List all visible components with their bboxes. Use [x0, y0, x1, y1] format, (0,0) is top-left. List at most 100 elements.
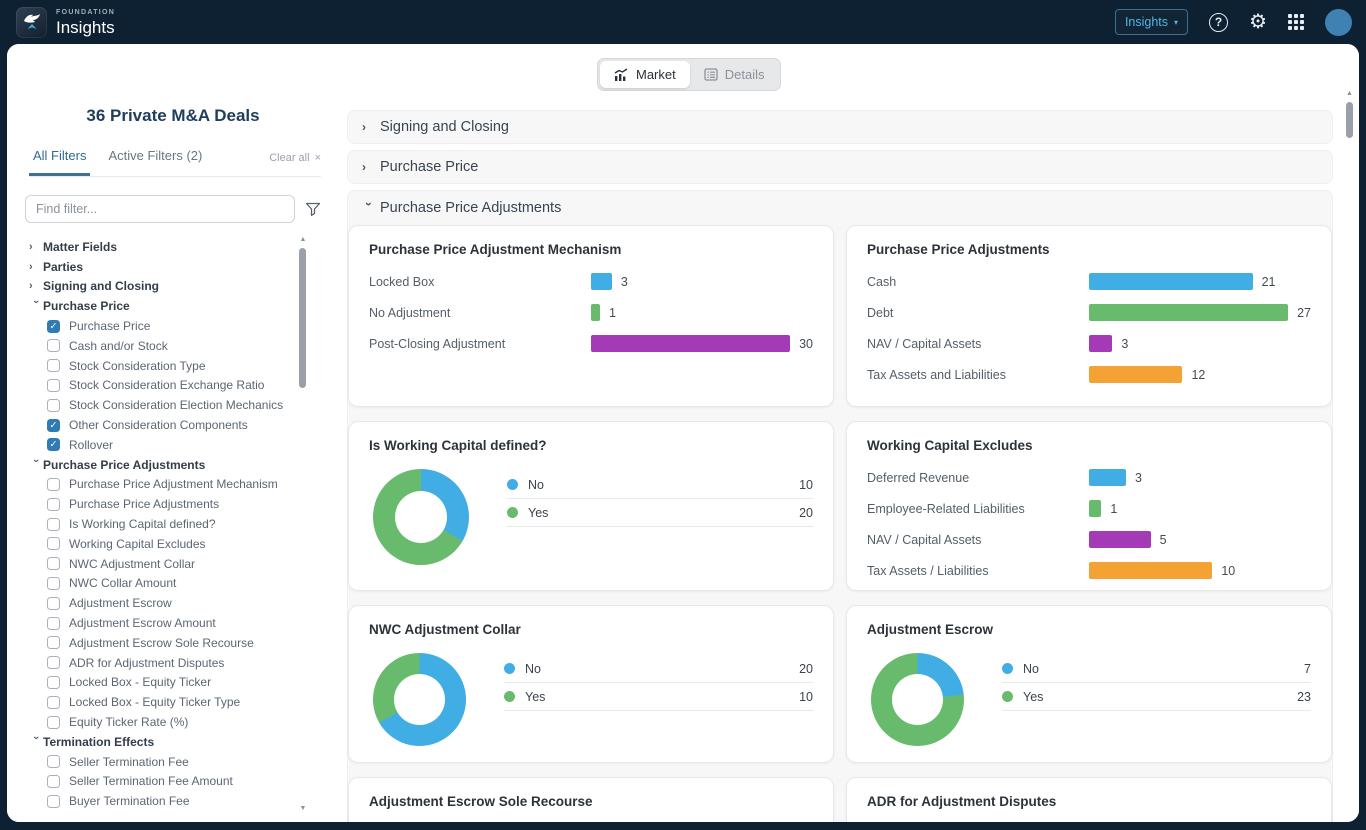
filter-checkbox[interactable]: [47, 755, 60, 769]
bar-segment[interactable]: [591, 335, 791, 352]
clear-all-button[interactable]: Clear all ×: [269, 152, 321, 176]
filter-checkbox[interactable]: [47, 596, 60, 610]
apps-grid-icon[interactable]: [1288, 14, 1304, 30]
legend-row[interactable]: No 20: [504, 655, 813, 683]
bar-segment[interactable]: [1089, 273, 1253, 290]
avatar[interactable]: [1325, 8, 1352, 36]
filter-checkbox[interactable]: [47, 656, 60, 670]
filter-item[interactable]: Purchase Price Adjustment Mechanism: [29, 475, 339, 495]
tree-section[interactable]: › Parties: [29, 257, 339, 277]
filter-checkbox[interactable]: [47, 576, 60, 590]
filter-checkbox[interactable]: ✓: [47, 438, 60, 452]
tree-section[interactable]: › Termination Effects: [29, 732, 339, 752]
sidebar: 36 Private M&A Deals All Filters Active …: [7, 44, 339, 822]
donut-chart[interactable]: [373, 653, 466, 746]
filter-item[interactable]: Adjustment Escrow Amount: [29, 613, 339, 633]
bar-segment[interactable]: [1089, 366, 1183, 383]
section-purchase-price[interactable]: › Purchase Price: [347, 150, 1333, 184]
bar-segment[interactable]: [1089, 500, 1102, 517]
bar-segment[interactable]: [1089, 335, 1113, 352]
filter-item[interactable]: ✓ Purchase Price: [29, 316, 339, 336]
gear-icon[interactable]: ⚙: [1249, 12, 1267, 32]
filter-item[interactable]: Stock Consideration Election Mechanics: [29, 395, 339, 415]
sidebar-scrollbar[interactable]: ▲ ▼: [299, 236, 307, 812]
filter-item[interactable]: Adjustment Escrow Sole Recourse: [29, 633, 339, 653]
filter-checkbox[interactable]: [47, 557, 60, 571]
filter-item[interactable]: ✓ Rollover: [29, 435, 339, 455]
filter-funnel-icon[interactable]: [305, 202, 321, 217]
filter-checkbox[interactable]: [47, 477, 60, 491]
filter-item[interactable]: ✓ Other Consideration Components: [29, 415, 339, 435]
bar-segment[interactable]: [1089, 304, 1289, 321]
legend-row[interactable]: No 10: [507, 471, 813, 499]
filter-checkbox[interactable]: [47, 398, 60, 412]
filter-checkbox[interactable]: [47, 616, 60, 630]
main-scrollbar-thumb[interactable]: [1346, 102, 1353, 138]
legend-row[interactable]: Yes 10: [504, 683, 813, 711]
scroll-up-icon[interactable]: ▲: [299, 236, 307, 243]
help-icon[interactable]: ?: [1209, 12, 1229, 32]
market-toggle-button[interactable]: Market: [600, 61, 690, 88]
bar-segment[interactable]: [591, 304, 600, 321]
foundation-logo-icon[interactable]: [16, 6, 47, 38]
filter-item-label: Adjustment Escrow Amount: [69, 616, 216, 631]
filter-checkbox[interactable]: [47, 695, 60, 709]
filter-checkbox[interactable]: ✓: [47, 418, 60, 432]
section-purchase-price-adjustments-header[interactable]: › Purchase Price Adjustments: [348, 191, 1332, 225]
filter-item[interactable]: Equity Ticker Rate (%): [29, 712, 339, 732]
filter-checkbox[interactable]: [47, 359, 60, 373]
bar-segment[interactable]: [1089, 531, 1151, 548]
filter-item[interactable]: Stock Consideration Exchange Ratio: [29, 376, 339, 396]
bar-segment[interactable]: [1089, 562, 1213, 579]
filter-checkbox[interactable]: [47, 497, 60, 511]
section-signing-and-closing[interactable]: › Signing and Closing: [347, 110, 1333, 144]
donut-chart[interactable]: [373, 469, 469, 565]
filter-checkbox[interactable]: [47, 378, 60, 392]
bar-segment[interactable]: [1089, 469, 1126, 486]
filter-checkbox[interactable]: [47, 636, 60, 650]
insights-dropdown-label: Insights: [1124, 15, 1169, 29]
filter-item[interactable]: Working Capital Excludes: [29, 534, 339, 554]
filter-item[interactable]: NWC Adjustment Collar: [29, 554, 339, 574]
chevron-right-icon: ›: [29, 280, 33, 293]
tree-section[interactable]: › Signing and Closing: [29, 277, 339, 297]
filter-item[interactable]: Seller Termination Fee Amount: [29, 772, 339, 792]
filter-checkbox[interactable]: [47, 339, 60, 353]
filter-item[interactable]: Seller Termination Fee: [29, 752, 339, 772]
details-toggle-button[interactable]: Details: [690, 61, 779, 88]
filter-checkbox[interactable]: ✓: [47, 319, 60, 333]
filter-checkbox[interactable]: [47, 675, 60, 689]
search-input[interactable]: [25, 195, 295, 223]
tree-section[interactable]: › Purchase Price: [29, 296, 339, 316]
insights-dropdown[interactable]: Insights ▾: [1114, 9, 1189, 35]
tree-section[interactable]: › Purchase Price Adjustments: [29, 455, 339, 475]
legend-row[interactable]: Yes 20: [507, 499, 813, 527]
tab-all-filters[interactable]: All Filters: [29, 148, 91, 176]
sidebar-scrollbar-thumb[interactable]: [299, 248, 306, 388]
tab-active-filters[interactable]: Active Filters (2): [104, 148, 206, 176]
filter-checkbox[interactable]: [47, 517, 60, 531]
tree-section[interactable]: › Matter Fields: [29, 237, 339, 257]
filter-item[interactable]: Stock Consideration Type: [29, 356, 339, 376]
main-scrollbar[interactable]: ▲: [1345, 90, 1354, 790]
filter-item[interactable]: Locked Box - Equity Ticker: [29, 673, 339, 693]
bar-value: 3: [1121, 336, 1129, 351]
filter-item[interactable]: Adjustment Escrow: [29, 593, 339, 613]
filter-checkbox[interactable]: [47, 774, 60, 788]
filter-item[interactable]: Locked Box - Equity Ticker Type: [29, 692, 339, 712]
scroll-up-icon[interactable]: ▲: [1345, 90, 1354, 97]
filter-item[interactable]: Cash and/or Stock: [29, 336, 339, 356]
filter-checkbox[interactable]: [47, 715, 60, 729]
filter-item[interactable]: Is Working Capital defined?: [29, 514, 339, 534]
legend-row[interactable]: Yes 23: [1002, 683, 1311, 711]
filter-checkbox[interactable]: [47, 537, 60, 551]
filter-item[interactable]: Buyer Termination Fee: [29, 791, 339, 811]
bar-segment[interactable]: [591, 273, 612, 290]
filter-item[interactable]: NWC Collar Amount: [29, 574, 339, 594]
legend-row[interactable]: No 7: [1002, 655, 1311, 683]
filter-item[interactable]: ADR for Adjustment Disputes: [29, 653, 339, 673]
donut-chart[interactable]: [871, 653, 964, 746]
scroll-down-icon[interactable]: ▼: [299, 805, 307, 812]
filter-checkbox[interactable]: [47, 794, 60, 808]
filter-item[interactable]: Purchase Price Adjustments: [29, 494, 339, 514]
